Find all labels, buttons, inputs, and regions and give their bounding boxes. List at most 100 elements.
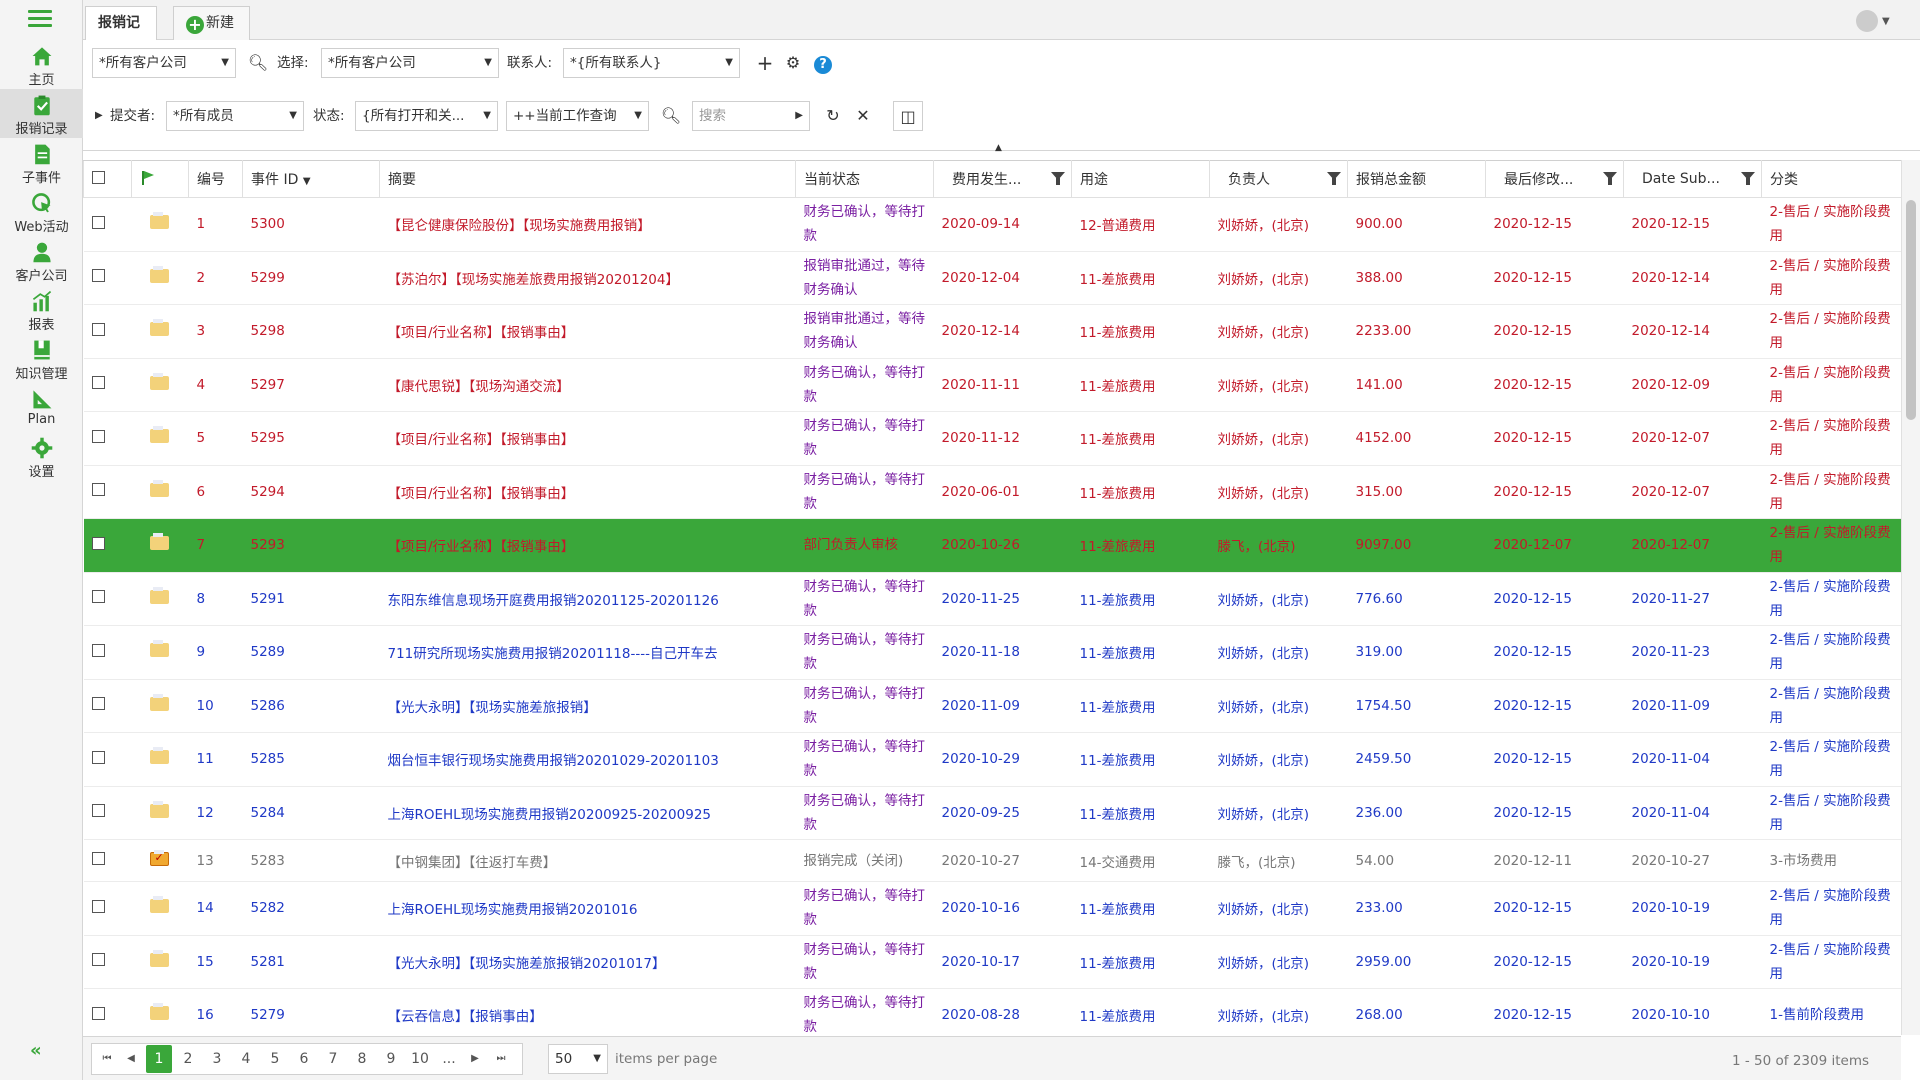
row-event-id[interactable]: 5286 — [242, 679, 380, 733]
table-row[interactable]: 14 5282 上海ROEHL现场实施费用报销20201016 财务已确认，等待打款 2… — [83, 881, 1901, 936]
row-checkbox-cell[interactable] — [83, 786, 132, 840]
row-event-id[interactable]: 5294 — [242, 465, 380, 519]
scrollbar-thumb[interactable] — [1906, 200, 1916, 420]
row-summary[interactable]: 上海ROEHL现场实施费用报销20200925-20200925 — [379, 786, 796, 840]
table-row[interactable]: 1 5300 【昆仑健康保险股份】【现场实施费用报销】 财务已确认，等待打款 2020-… — [83, 197, 1901, 252]
sidebar-item-5[interactable]: 报表 — [0, 285, 83, 334]
page-7-button[interactable]: 7 — [320, 1045, 346, 1073]
filter-icon[interactable] — [1741, 172, 1755, 185]
table-row[interactable]: 16 5279 【云吞信息】【报销事由】 财务已确认，等待打款 2020-08-28 11… — [83, 988, 1901, 1035]
page-11-button[interactable]: ... — [436, 1045, 462, 1073]
table-row[interactable]: 3 5298 【项目/行业名称】【报销事由】 报销审批通过，等待财务确认 2020-12… — [83, 304, 1901, 359]
row-checkbox[interactable] — [91, 322, 105, 336]
row-checkbox-cell[interactable] — [83, 679, 132, 733]
company-select-2[interactable]: *所有客户公司 ▼ — [321, 48, 499, 78]
row-summary[interactable]: 【光大永明】【现场实施差旅报销20201017】 — [379, 935, 796, 989]
tab-expense-records[interactable]: 报销记录 — [85, 6, 157, 64]
table-row[interactable]: 15 5281 【光大永明】【现场实施差旅报销20201017】 财务已确认，等待打款… — [83, 935, 1901, 989]
row-event-id[interactable]: 5299 — [242, 251, 380, 305]
col-status[interactable]: 当前状态 — [795, 160, 934, 198]
row-checkbox-cell[interactable] — [83, 197, 132, 252]
column-layout-icon[interactable]: ◫ — [893, 101, 923, 131]
search-icon[interactable]: 🔍︎ — [658, 101, 684, 131]
collapse-sidebar-icon[interactable]: « — [30, 1040, 42, 1061]
col-owner[interactable]: 负责人 — [1209, 160, 1348, 198]
row-checkbox[interactable] — [91, 483, 105, 497]
sidebar-item-1[interactable]: 报销记录 — [0, 89, 83, 138]
row-checkbox[interactable] — [91, 269, 105, 283]
col-number[interactable]: 编号 — [188, 160, 243, 198]
row-checkbox[interactable] — [91, 215, 105, 229]
row-summary[interactable]: 【项目/行业名称】【报销事由】 — [379, 304, 796, 359]
next-page-icon[interactable]: ▶ — [462, 1045, 488, 1073]
row-event-id[interactable]: 5298 — [242, 304, 380, 359]
table-row[interactable]: 12 5284 上海ROEHL现场实施费用报销20200925-20200925 财务… — [83, 786, 1901, 840]
collapse-filter-icon[interactable]: ▲ — [995, 143, 1002, 153]
row-checkbox[interactable] — [91, 852, 105, 865]
row-checkbox[interactable] — [91, 953, 105, 967]
play-icon[interactable]: ▶ — [795, 102, 803, 130]
query-select[interactable]: ++当前工作查询 ▼ — [506, 101, 649, 131]
table-row[interactable]: 2 5299 【苏泊尔】【现场实施差旅费用报销20201204】 报销审批通过，等待财… — [83, 251, 1901, 305]
row-checkbox-cell[interactable] — [83, 881, 132, 936]
row-event-id[interactable]: 5285 — [242, 732, 380, 787]
table-row[interactable]: 135283【中钢集团】【往返打车费】报销完成（关闭)2020-10-2714-… — [83, 839, 1901, 882]
page-5-button[interactable]: 5 — [262, 1045, 288, 1073]
caret-right-icon[interactable]: ▶ — [95, 101, 103, 131]
refresh-icon[interactable]: ↻ — [820, 101, 846, 131]
page-8-button[interactable]: 8 — [349, 1045, 375, 1073]
page-2-button[interactable]: 2 — [175, 1045, 201, 1073]
row-summary[interactable]: 【昆仑健康保险股份】【现场实施费用报销】 — [379, 197, 796, 252]
flag-column-header[interactable] — [131, 160, 189, 198]
row-event-id[interactable]: 5291 — [242, 572, 380, 626]
row-event-id[interactable]: 5289 — [242, 625, 380, 680]
clear-icon[interactable]: ✕ — [850, 101, 876, 131]
table-row[interactable]: 8 5291 东阳东维信息现场开庭费用报销20201125-20201126 财务已确… — [83, 572, 1901, 626]
page-1-button[interactable]: 1 — [146, 1045, 172, 1073]
row-checkbox[interactable] — [91, 750, 105, 764]
row-event-id[interactable]: 5284 — [242, 786, 380, 840]
col-expense-date[interactable]: 费用发生... — [933, 160, 1072, 198]
first-page-icon[interactable]: ⏮ — [94, 1045, 120, 1073]
col-last-modified[interactable]: 最后修改... — [1485, 160, 1624, 198]
row-summary[interactable]: 【项目/行业名称】【报销事由】 — [379, 518, 796, 573]
row-checkbox[interactable] — [91, 536, 105, 550]
page-9-button[interactable]: 9 — [378, 1045, 404, 1073]
row-summary[interactable]: 【中钢集团】【往返打车费】 — [379, 839, 796, 882]
row-summary[interactable]: 【项目/行业名称】【报销事由】 — [379, 465, 796, 519]
gear-icon[interactable]: ⚙ — [780, 48, 806, 78]
table-row[interactable]: 7 5293 【项目/行业名称】【报销事由】 部门负责人审核 2020-10-26 11-… — [83, 518, 1901, 573]
row-checkbox-cell[interactable] — [83, 518, 132, 573]
row-summary[interactable]: 烟台恒丰银行现场实施费用报销20201029-20201103 — [379, 732, 796, 787]
row-checkbox-cell[interactable] — [83, 251, 132, 305]
new-tab-button[interactable]: +新建▼ — [173, 6, 250, 63]
table-row[interactable]: 10 5286 【光大永明】【现场实施差旅报销】 财务已确认，等待打款 2020-11-… — [83, 679, 1901, 733]
table-row[interactable]: 4 5297 【康代思锐】【现场沟通交流】 财务已确认，等待打款 2020-11-11 1… — [83, 358, 1901, 412]
filter-icon[interactable] — [1051, 172, 1065, 185]
row-summary[interactable]: 【苏泊尔】【现场实施差旅费用报销20201204】 — [379, 251, 796, 305]
status-select[interactable]: {所有打开和关... ▼ — [355, 101, 498, 131]
row-checkbox-cell[interactable] — [83, 465, 132, 519]
row-summary[interactable]: 【云吞信息】【报销事由】 — [379, 988, 796, 1035]
row-summary[interactable]: 【光大永明】【现场实施差旅报销】 — [379, 679, 796, 733]
row-checkbox-cell[interactable] — [83, 411, 132, 466]
prev-page-icon[interactable]: ◀ — [118, 1045, 144, 1073]
hamburger-menu-icon[interactable] — [28, 10, 52, 27]
row-event-id[interactable]: 5283 — [242, 839, 380, 882]
row-summary[interactable]: 上海ROEHL现场实施费用报销20201016 — [379, 881, 796, 936]
help-icon[interactable]: ? — [810, 48, 836, 78]
row-checkbox[interactable] — [91, 1006, 105, 1020]
sidebar-item-6[interactable]: 知识管理 — [0, 334, 83, 383]
vertical-scrollbar[interactable] — [1901, 160, 1920, 1035]
row-checkbox-cell[interactable] — [83, 935, 132, 989]
col-purpose[interactable]: 用途 — [1071, 160, 1210, 198]
row-checkbox-cell[interactable] — [83, 572, 132, 626]
table-row[interactable]: 6 5294 【项目/行业名称】【报销事由】 财务已确认，等待打款 2020-06-01… — [83, 465, 1901, 519]
row-summary[interactable]: 东阳东维信息现场开庭费用报销20201125-20201126 — [379, 572, 796, 626]
row-checkbox[interactable] — [91, 804, 105, 818]
company-select[interactable]: *所有客户公司 ▼ — [92, 48, 236, 78]
row-event-id[interactable]: 5300 — [242, 197, 380, 252]
col-date-submitted[interactable]: Date Sub... — [1623, 160, 1762, 198]
row-checkbox[interactable] — [91, 697, 105, 711]
page-4-button[interactable]: 4 — [233, 1045, 259, 1073]
